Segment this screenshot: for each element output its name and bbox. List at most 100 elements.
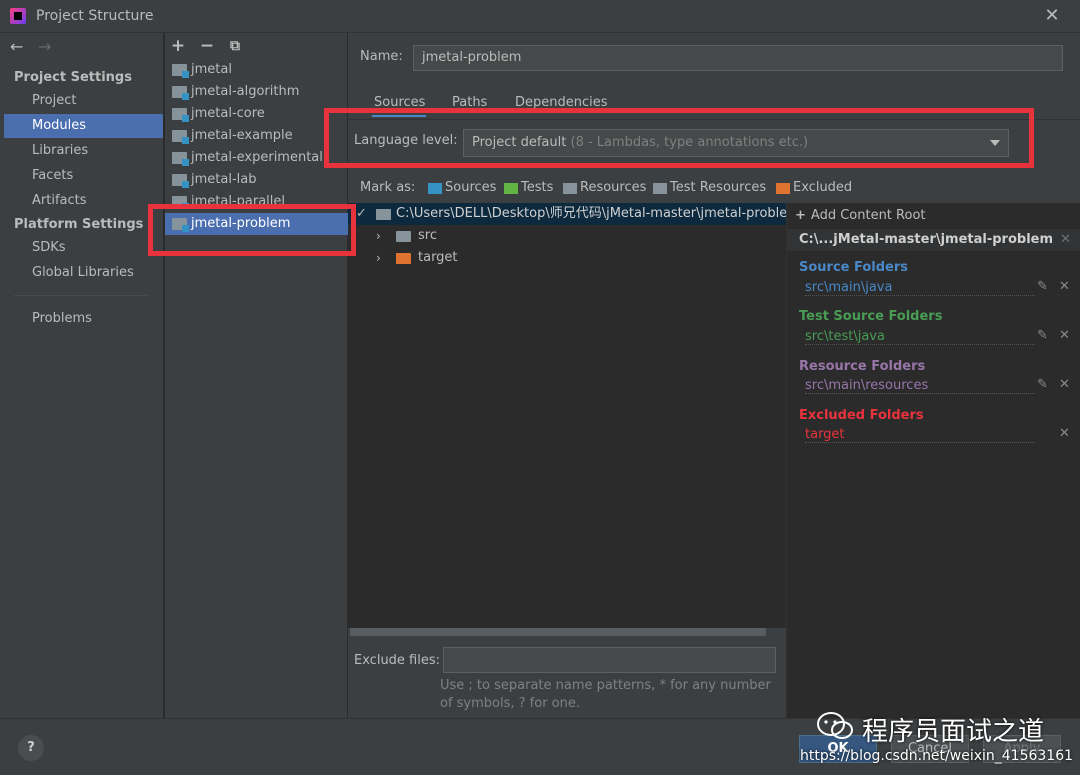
edit-icon[interactable]: ✎: [1037, 328, 1048, 343]
excluded-folder-icon: [396, 253, 411, 264]
horizontal-scrollbar[interactable]: [350, 628, 766, 636]
modules-list-panel: + − ⧉ jmetal jmetal-algorithm jmetal-cor…: [165, 33, 348, 718]
mark-excluded-button[interactable]: Excluded: [776, 180, 852, 195]
watermark-text: 程序员面试之道: [862, 717, 1045, 747]
mark-test-resources-button[interactable]: Test Resources: [653, 180, 766, 195]
sidebar-item-artifacts[interactable]: Artifacts: [4, 189, 163, 213]
tests-folder-icon: [504, 183, 518, 194]
module-item[interactable]: jmetal-experimental: [165, 147, 348, 169]
module-label: jmetal-lab: [191, 172, 257, 187]
sidebar-item-facets[interactable]: Facets: [4, 164, 163, 188]
excluded-folder-icon: [776, 183, 790, 194]
help-button[interactable]: ?: [18, 735, 44, 761]
excluded-folder-path: target: [805, 427, 1035, 443]
module-label: jmetal-experimental: [191, 150, 323, 165]
close-icon[interactable]: ✕: [1059, 426, 1070, 441]
name-label: Name:: [360, 49, 403, 64]
forward-arrow-icon[interactable]: →: [38, 37, 56, 57]
watermark-url: https://blog.csdn.net/weixin_41563161: [800, 748, 1074, 764]
tree-root-row[interactable]: ✓ C:\Users\DELL\Desktop\师兄代码\jMetal-mast…: [348, 203, 786, 225]
content-root-title: C:\...jMetal-master\jmetal-problem: [799, 232, 1054, 247]
mark-label: Resources: [580, 180, 647, 195]
module-label: jmetal-core: [191, 106, 265, 121]
module-item[interactable]: jmetal-example: [165, 125, 348, 147]
close-icon[interactable]: ✕: [1059, 279, 1070, 294]
sidebar-item-modules[interactable]: Modules: [4, 114, 163, 138]
module-item[interactable]: jmetal-core: [165, 103, 348, 125]
module-item[interactable]: jmetal-algorithm: [165, 81, 348, 103]
close-icon[interactable]: ✕: [1060, 229, 1071, 251]
module-folder-icon: [172, 130, 189, 144]
content-root-tree: ✓ C:\Users\DELL\Desktop\师兄代码\jMetal-mast…: [348, 203, 786, 628]
back-arrow-icon[interactable]: ←: [10, 37, 28, 57]
edit-icon[interactable]: ✎: [1037, 377, 1048, 392]
chevron-right-icon: ›: [376, 251, 381, 265]
mark-label: Sources: [445, 180, 497, 195]
edit-icon[interactable]: ✎: [1037, 279, 1048, 294]
add-icon: +: [795, 208, 806, 223]
module-folder-icon: [172, 174, 189, 188]
close-icon[interactable]: ✕: [1059, 377, 1070, 392]
module-label: jmetal: [191, 62, 232, 77]
close-icon[interactable]: ✕: [1040, 4, 1064, 28]
remove-icon[interactable]: −: [196, 35, 218, 57]
mark-label: Tests: [521, 180, 554, 195]
module-settings-panel: Name: jmetal-problem Sources Paths Depen…: [324, 33, 1080, 718]
module-folder-icon: [172, 108, 189, 122]
chevron-right-icon: ›: [376, 229, 381, 243]
sidebar-item-global-libraries[interactable]: Global Libraries: [4, 261, 163, 285]
tree-node-src[interactable]: › src: [376, 225, 437, 247]
title-bar: Project Structure ✕: [0, 0, 1080, 33]
module-item[interactable]: jmetal-lab: [165, 169, 348, 191]
mark-tests-button[interactable]: Tests: [504, 180, 553, 195]
module-label: jmetal-example: [191, 128, 293, 143]
add-content-root-label: Add Content Root: [810, 208, 926, 223]
settings-sidebar: ← → Project Settings Project Modules Lib…: [0, 33, 164, 718]
resources-folder-icon: [563, 183, 577, 194]
module-label: jmetal-algorithm: [191, 84, 300, 99]
module-name-input[interactable]: jmetal-problem: [413, 45, 1063, 71]
module-item[interactable]: jmetal-parallel: [165, 191, 348, 205]
copy-icon[interactable]: ⧉: [224, 35, 246, 57]
tree-node-label: src: [418, 228, 437, 243]
folder-icon: [396, 231, 411, 242]
add-content-root-button[interactable]: + Add Content Root: [795, 208, 926, 223]
module-folder-icon: [172, 86, 189, 100]
platform-settings-header: Platform Settings: [14, 217, 144, 232]
excluded-folders-header: Excluded Folders: [799, 408, 924, 423]
mark-resources-button[interactable]: Resources: [563, 180, 646, 195]
intellij-logo-icon: [10, 8, 26, 24]
annotation-highlight-box: [148, 204, 356, 256]
chevron-down-icon: ✓: [356, 206, 367, 221]
tree-node-label: target: [418, 250, 458, 265]
tree-root-path: C:\Users\DELL\Desktop\师兄代码\jMetal-master…: [396, 206, 786, 221]
source-folders-header: Source Folders: [799, 260, 909, 275]
project-settings-header: Project Settings: [14, 70, 132, 85]
module-folder-icon: [172, 152, 189, 166]
sources-folder-icon: [428, 183, 442, 194]
tree-node-target[interactable]: › target: [376, 247, 458, 269]
folder-icon: [376, 209, 391, 220]
module-item[interactable]: jmetal: [165, 59, 348, 81]
mark-sources-button[interactable]: Sources: [428, 180, 496, 195]
mark-label: Excluded: [793, 180, 853, 195]
test-source-folders-header: Test Source Folders: [799, 309, 943, 324]
wechat-logo-icon: [817, 712, 853, 739]
module-folder-icon: [172, 64, 189, 78]
exclude-files-label: Exclude files:: [354, 653, 441, 668]
sidebar-item-problems[interactable]: Problems: [4, 307, 163, 331]
resource-folder-path: src\main\resources: [805, 378, 1035, 394]
resource-folders-header: Resource Folders: [799, 359, 926, 374]
source-folder-path: src\main\java: [805, 280, 1035, 296]
sidebar-divider: [14, 295, 148, 296]
add-icon[interactable]: +: [167, 35, 189, 57]
content-root-header: C:\...jMetal-master\jmetal-problem ✕: [787, 229, 1080, 251]
exclude-files-input[interactable]: [443, 647, 776, 673]
mark-as-label: Mark as:: [360, 180, 416, 195]
sidebar-item-sdks[interactable]: SDKs: [4, 236, 163, 260]
sidebar-item-libraries[interactable]: Libraries: [4, 139, 163, 163]
content-roots-panel: + Add Content Root C:\...jMetal-master\jm…: [786, 203, 1080, 718]
mark-label: Test Resources: [670, 180, 767, 195]
sidebar-item-project[interactable]: Project: [4, 89, 163, 113]
close-icon[interactable]: ✕: [1059, 328, 1070, 343]
